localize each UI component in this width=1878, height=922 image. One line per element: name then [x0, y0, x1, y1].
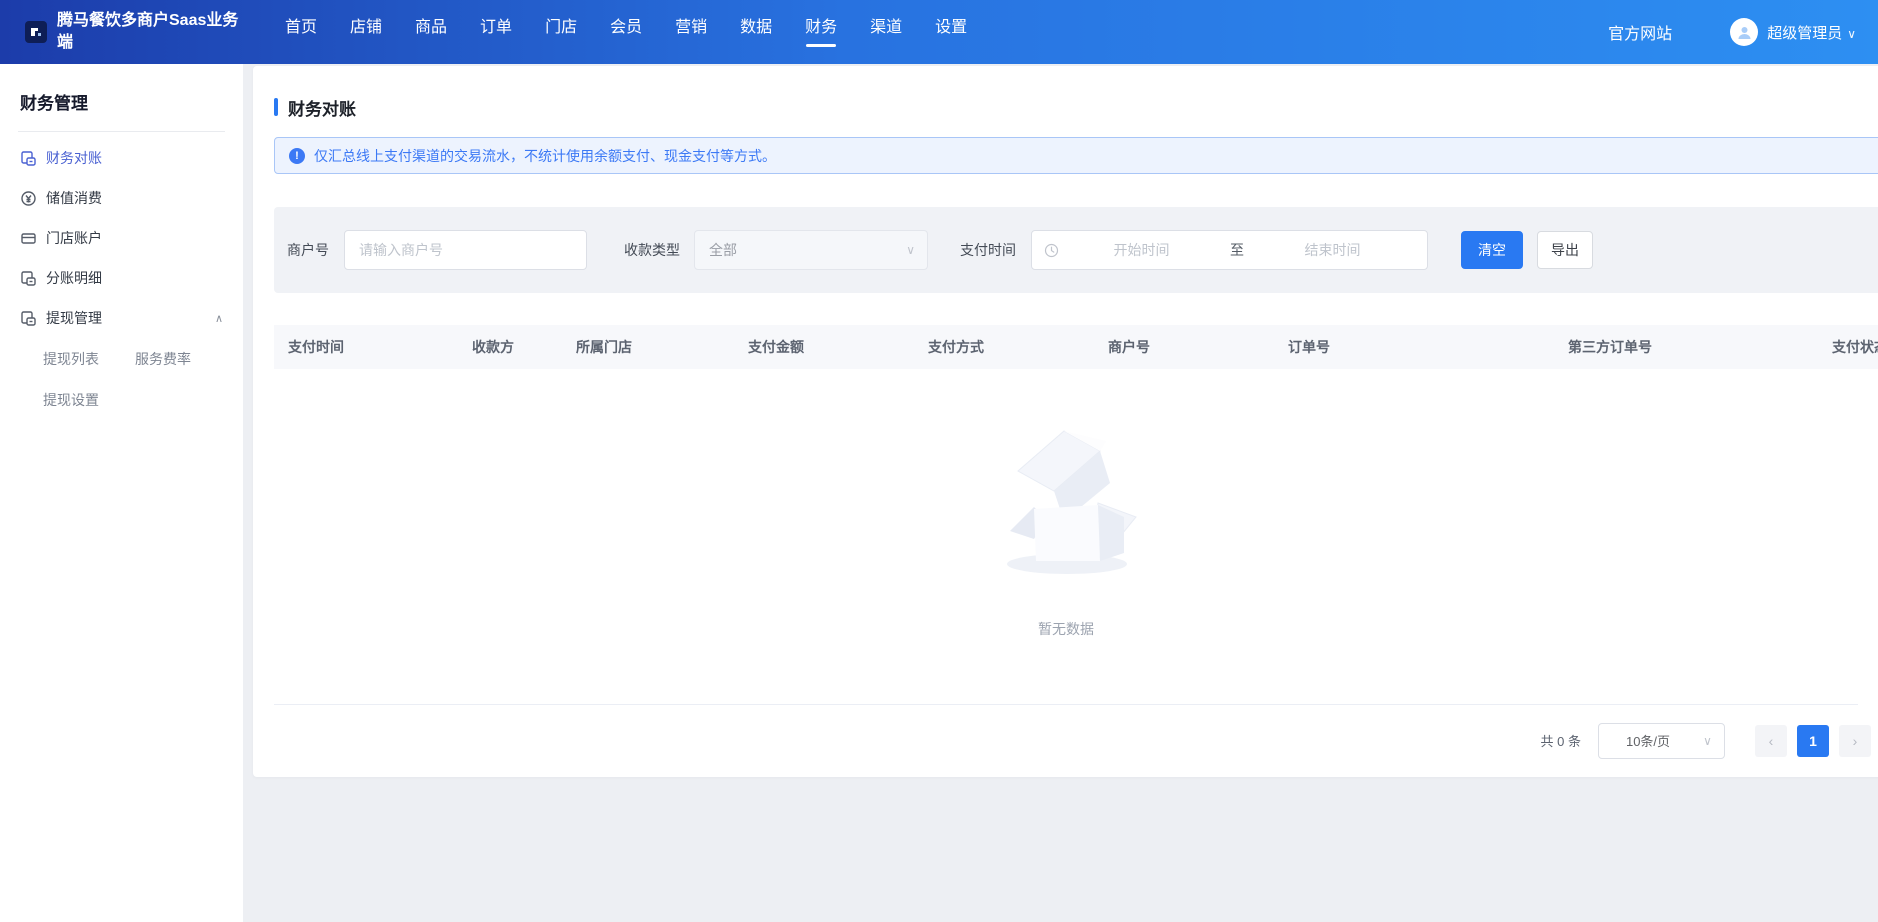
reconciliation-table: 支付时间 收款方 所属门店 支付金额 支付方式 商户号 订单号 第三方订单号 支… [274, 325, 1878, 705]
header-right: 官方网站 超级管理员 ∨ [1608, 18, 1856, 46]
clock-icon [1044, 243, 1059, 258]
col-merchant-id: 商户号 [1094, 325, 1274, 369]
sidebar-item-label: 分账明细 [46, 268, 102, 288]
app-header: 腾马餐饮多商户Saas业务端 首页 店铺 商品 订单 门店 会员 营销 数据 财… [0, 0, 1878, 64]
user-name-label: 超级管理员 [1767, 25, 1842, 42]
wallet-icon [20, 230, 37, 247]
sidebar-item-withdraw-management[interactable]: 提现管理 ∧ [0, 298, 243, 338]
pay-time-range-picker[interactable]: 至 [1031, 230, 1428, 270]
end-time-input[interactable] [1250, 242, 1415, 258]
sidebar-subitem-withdraw-list[interactable]: 提现列表 [43, 338, 135, 379]
nav-members[interactable]: 会员 [610, 14, 642, 50]
chevron-down-icon: ∨ [906, 243, 915, 257]
pay-time-label: 支付时间 [960, 240, 1016, 260]
sidebar-title: 财务管理 [20, 89, 243, 114]
chevron-up-icon[interactable]: ∧ [215, 312, 223, 325]
col-pay-time: 支付时间 [274, 325, 458, 369]
chevron-down-icon: ∨ [1847, 27, 1856, 41]
nav-stores[interactable]: 门店 [545, 14, 577, 50]
official-site-link[interactable]: 官方网站 [1608, 20, 1672, 44]
yen-circle-icon [20, 190, 37, 207]
sidebar-divider [18, 131, 225, 132]
nav-marketing[interactable]: 营销 [675, 14, 707, 50]
sidebar-item-label: 提现管理 [46, 308, 102, 328]
brand: 腾马餐饮多商户Saas业务端 [25, 10, 243, 53]
brand-logo-icon [25, 21, 47, 43]
empty-box-illustration [984, 419, 1149, 579]
title-accent-bar [274, 98, 278, 116]
sidebar-item-reconciliation[interactable]: 财务对账 [0, 138, 243, 178]
table-empty-area: 暂无数据 [274, 369, 1858, 705]
payment-type-value: 全部 [709, 240, 906, 260]
ledger-icon [20, 150, 37, 167]
sidebar: 财务管理 财务对账 储值消费 [0, 64, 243, 922]
top-nav: 首页 店铺 商品 订单 门店 会员 营销 数据 财务 渠道 设置 [285, 14, 967, 50]
nav-finance[interactable]: 财务 [805, 14, 837, 50]
col-third-party-order-id: 第三方订单号 [1554, 325, 1818, 369]
page-title: 财务对账 [274, 96, 1878, 118]
total-count-label: 共 0 条 [1541, 731, 1581, 750]
ledger-icon [20, 270, 37, 287]
sidebar-subitem-withdraw-settings[interactable]: 提现设置 [43, 379, 135, 420]
brand-title: 腾马餐饮多商户Saas业务端 [57, 10, 243, 53]
sidebar-item-label: 储值消费 [46, 188, 102, 208]
merchant-id-label: 商户号 [287, 240, 329, 260]
page-size-select[interactable]: 10条/页 ∨ [1598, 723, 1725, 759]
chevron-right-icon: › [1853, 733, 1858, 749]
payment-type-label: 收款类型 [624, 240, 680, 260]
content-card: 财务对账 ! 仅汇总线上支付渠道的交易流水，不统计使用余额支付、现金支付等方式。… [253, 66, 1878, 777]
col-pay-status: 支付状态 [1818, 325, 1878, 369]
col-amount: 支付金额 [734, 325, 914, 369]
sidebar-item-split-detail[interactable]: 分账明细 [0, 258, 243, 298]
clear-button[interactable]: 清空 [1461, 231, 1523, 269]
filter-panel: 商户号 收款类型 全部 ∨ 支付时间 至 [274, 207, 1878, 293]
sidebar-item-label: 财务对账 [46, 148, 102, 168]
nav-orders[interactable]: 订单 [480, 14, 512, 50]
page-number-button[interactable]: 1 [1797, 725, 1829, 757]
sidebar-item-label: 门店账户 [46, 228, 102, 248]
pagination: 共 0 条 10条/页 ∨ ‹ 1 › 前往 页 [1541, 723, 1878, 759]
user-menu[interactable]: 超级管理员 ∨ [1767, 22, 1856, 43]
table-header-row: 支付时间 收款方 所属门店 支付金额 支付方式 商户号 订单号 第三方订单号 支… [274, 325, 1878, 369]
person-icon [1736, 24, 1753, 41]
ledger-icon [20, 310, 37, 327]
nav-goods[interactable]: 商品 [415, 14, 447, 50]
sidebar-item-store-account[interactable]: 门店账户 [0, 218, 243, 258]
notice-banner: ! 仅汇总线上支付渠道的交易流水，不统计使用余额支付、现金支付等方式。 [274, 137, 1878, 174]
col-pay-method: 支付方式 [914, 325, 1094, 369]
col-payee: 收款方 [458, 325, 562, 369]
range-separator: 至 [1224, 240, 1250, 260]
info-icon: ! [289, 148, 305, 164]
user-avatar[interactable] [1730, 18, 1758, 46]
chevron-left-icon: ‹ [1769, 733, 1774, 749]
notice-text: 仅汇总线上支付渠道的交易流水，不统计使用余额支付、现金支付等方式。 [314, 146, 776, 166]
prev-page-button[interactable]: ‹ [1755, 725, 1787, 757]
start-time-input[interactable] [1059, 242, 1224, 258]
next-page-button[interactable]: › [1839, 725, 1871, 757]
nav-shop[interactable]: 店铺 [350, 14, 382, 50]
sidebar-item-stored-value[interactable]: 储值消费 [0, 178, 243, 218]
col-store: 所属门店 [562, 325, 734, 369]
merchant-id-input[interactable] [344, 230, 587, 270]
nav-channels[interactable]: 渠道 [870, 14, 902, 50]
card-footer: 共 0 条 10条/页 ∨ ‹ 1 › 前往 页 [274, 705, 1878, 776]
col-order-id: 订单号 [1274, 325, 1554, 369]
sidebar-subitem-service-rate[interactable]: 服务费率 [135, 338, 227, 379]
page-size-value: 10条/页 [1626, 731, 1703, 750]
nav-home[interactable]: 首页 [285, 14, 317, 50]
nav-settings[interactable]: 设置 [935, 14, 967, 50]
page-title-text: 财务对账 [288, 95, 356, 120]
nav-data[interactable]: 数据 [740, 14, 772, 50]
empty-text: 暂无数据 [1038, 619, 1094, 639]
payment-type-select[interactable]: 全部 ∨ [694, 230, 928, 270]
export-button[interactable]: 导出 [1537, 231, 1593, 269]
chevron-down-icon: ∨ [1703, 734, 1712, 748]
submenu-row: 提现设置 [0, 379, 243, 420]
main-content: 财务对账 ! 仅汇总线上支付渠道的交易流水，不统计使用余额支付、现金支付等方式。… [243, 64, 1878, 922]
submenu-row: 提现列表 服务费率 [0, 338, 243, 379]
